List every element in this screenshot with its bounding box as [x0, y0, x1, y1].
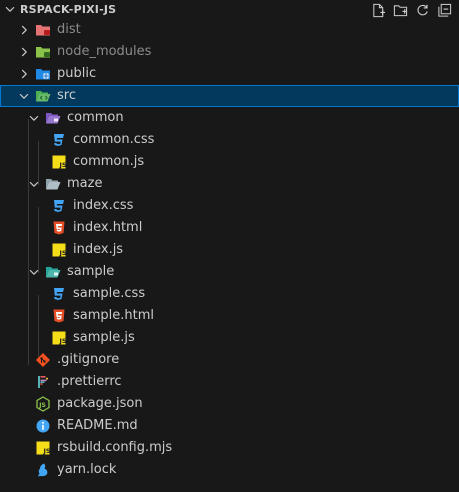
html-file-icon: [53, 221, 65, 235]
tree-item-yarn-lock[interactable]: yarn.lock: [0, 459, 459, 481]
tree-item-public[interactable]: public: [0, 63, 459, 85]
tree-item-common-js[interactable]: JS common.js: [0, 151, 459, 173]
yarn-file-icon: [38, 463, 48, 477]
js-file-icon: JS: [52, 243, 67, 257]
chevron-down-icon: [29, 115, 39, 122]
chevron-right-icon: [21, 47, 28, 57]
folder-dist-icon: [36, 25, 50, 36]
nodejs-file-icon: JS: [36, 396, 50, 412]
new-file-button[interactable]: [369, 1, 387, 19]
tree-item-sample-html[interactable]: sample.html: [0, 305, 459, 327]
tree-item-label: package.json: [57, 396, 143, 411]
refresh-button[interactable]: [413, 1, 431, 19]
folder-src-open-icon: [36, 91, 51, 102]
tree-item-sample-js[interactable]: JS sample.js: [0, 327, 459, 349]
folder-node-icon: [36, 47, 50, 58]
tree-item-label: common.css: [73, 132, 155, 147]
svg-text:JS: JS: [59, 249, 67, 257]
explorer-header[interactable]: RSPACK-PIXI-JS: [0, 0, 459, 20]
tree-item-readme[interactable]: README.md: [0, 415, 459, 437]
workspace-title: RSPACK-PIXI-JS: [20, 3, 117, 16]
tree-item-index-css[interactable]: index.css: [0, 195, 459, 217]
tree-item-label: public: [57, 66, 97, 81]
new-file-icon: [372, 3, 385, 17]
new-folder-icon: [393, 4, 407, 16]
tree-item-label: maze: [67, 176, 103, 191]
folder-common-open-icon: [46, 113, 61, 124]
tree-item-maze[interactable]: maze: [0, 173, 459, 195]
tree-item-index-html[interactable]: index.html: [0, 217, 459, 239]
collapse-all-icon: [437, 3, 451, 17]
tree-item-common[interactable]: common: [0, 107, 459, 129]
tree-item-label: common: [67, 110, 124, 125]
svg-text:JS: JS: [43, 447, 51, 455]
tree-item-sample-css[interactable]: sample.css: [0, 283, 459, 305]
tree-item-prettierrc[interactable]: .prettierrc: [0, 371, 459, 393]
git-file-icon: [36, 353, 50, 367]
chevron-right-icon: [21, 69, 28, 79]
tree-item-node-modules[interactable]: node_modules: [0, 41, 459, 63]
css-file-icon: [54, 200, 64, 212]
svg-text:JS: JS: [59, 337, 67, 345]
folder-sample-open-icon: [46, 267, 61, 278]
tree-item-rsbuild-config[interactable]: JS rsbuild.config.mjs: [0, 437, 459, 459]
tree-item-label: .gitignore: [57, 352, 120, 367]
tree-item-label: index.html: [73, 220, 143, 235]
collapse-all-button[interactable]: [435, 1, 453, 19]
chevron-down-icon: [29, 181, 39, 188]
svg-text:JS: JS: [59, 161, 67, 169]
html-file-icon: [53, 309, 65, 323]
tree-item-label: index.css: [73, 198, 134, 213]
css-file-icon: [54, 288, 64, 300]
tree-item-label: sample.js: [73, 330, 135, 345]
tree-item-label: sample: [67, 264, 115, 279]
tree-item-label: node_modules: [57, 44, 152, 59]
js-file-icon: JS: [52, 155, 67, 169]
tree-item-label: common.js: [73, 154, 145, 169]
tree-item-gitignore[interactable]: .gitignore: [0, 349, 459, 371]
folder-public-icon: [36, 69, 50, 80]
refresh-icon: [416, 4, 428, 15]
tree-item-index-js[interactable]: JS index.js: [0, 239, 459, 261]
tree-item-label: src: [57, 88, 76, 103]
tree-item-common-css[interactable]: common.css: [0, 129, 459, 151]
tree-item-label: rsbuild.config.mjs: [57, 440, 173, 455]
tree-item-label: sample.html: [73, 308, 155, 323]
js-file-icon: JS: [52, 331, 67, 345]
tree-item-label: yarn.lock: [57, 462, 117, 477]
chevron-right-icon: [21, 25, 28, 35]
tree-item-package-json[interactable]: JS package.json: [0, 393, 459, 415]
tree-item-label: .prettierrc: [57, 374, 122, 389]
new-folder-button[interactable]: [391, 1, 409, 19]
tree-item-sample[interactable]: sample: [0, 261, 459, 283]
prettier-file-icon: [38, 376, 48, 388]
info-file-icon: [36, 419, 50, 433]
tree-item-dist[interactable]: dist: [0, 19, 459, 41]
js-file-icon: JS: [36, 441, 51, 455]
chevron-down-icon: [19, 93, 29, 100]
tree-item-src[interactable]: src: [0, 85, 459, 107]
chevron-down-icon: [29, 269, 39, 276]
folder-open-icon: [46, 179, 61, 190]
svg-text:JS: JS: [38, 402, 46, 409]
css-file-icon: [54, 134, 64, 146]
tree-item-label: README.md: [57, 418, 138, 433]
tree-item-label: sample.css: [73, 286, 146, 301]
tree-item-label: dist: [57, 22, 81, 37]
tree-item-label: index.js: [73, 242, 124, 257]
explorer-panel: RSPACK-PIXI-JS dist node_modules public …: [0, 0, 459, 492]
chevron-down-icon[interactable]: [3, 2, 17, 16]
